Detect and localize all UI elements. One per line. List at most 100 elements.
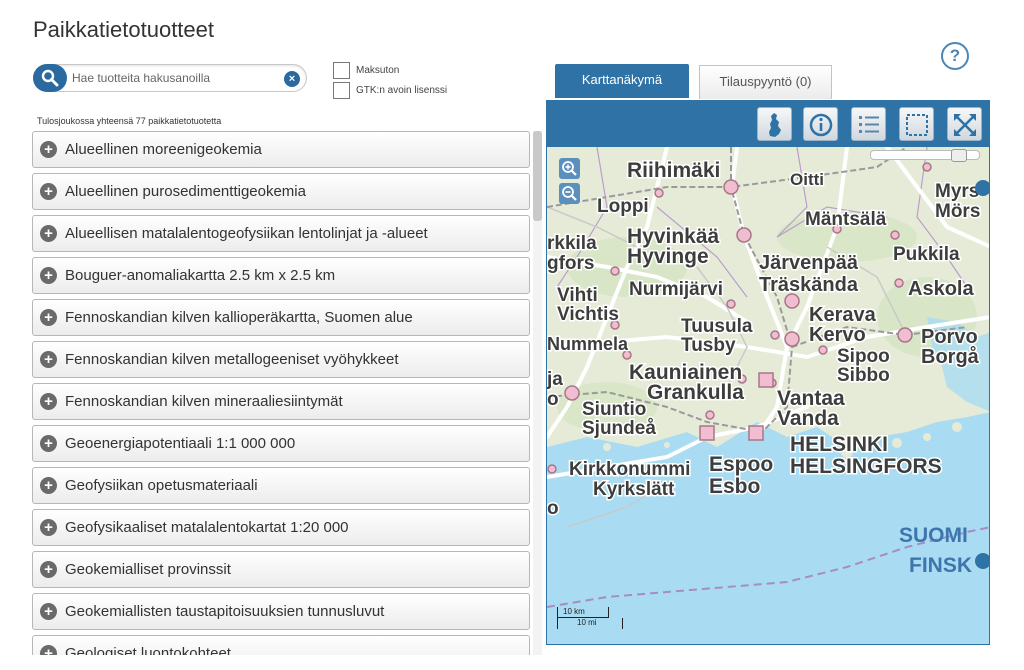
search-input[interactable] (72, 69, 272, 87)
free-checkbox[interactable] (333, 62, 350, 79)
map-label: Vanda (777, 407, 839, 430)
help-button[interactable]: ? (941, 42, 969, 70)
map-label: Kerava (809, 304, 877, 326)
expand-icon[interactable]: + (40, 477, 57, 494)
gtk-license-checkbox[interactable] (333, 82, 350, 99)
map-image[interactable]: Riihimäki Oitti Loppi Mäntsälä Myrs Mörs… (547, 145, 990, 645)
expand-icon[interactable]: + (40, 141, 57, 158)
select-area-icon (906, 114, 928, 136)
zoom-out-button[interactable] (559, 183, 580, 204)
list-item[interactable]: + Fennoskandian kilven metallogeeniset vy… (32, 341, 530, 378)
list-scrollbar[interactable] (533, 131, 542, 655)
map-label: Tusby (681, 335, 736, 356)
map-label: Mäntsälä (805, 209, 887, 230)
expand-icon[interactable]: + (40, 309, 57, 326)
zoom-slider-handle[interactable] (951, 149, 967, 162)
tab-order-request[interactable]: Tilauspyyntö (0) (699, 65, 832, 99)
map-label: Riihimäki (627, 159, 720, 182)
expand-icon[interactable]: + (40, 225, 57, 242)
finland-map-icon (769, 113, 781, 137)
map-label: o (547, 498, 559, 519)
expand-icon[interactable]: + (40, 267, 57, 284)
list-item-label: Alueellinen moreenigeokemia (65, 141, 262, 158)
list-item[interactable]: + Bouguer-anomaliakartta 2.5 km x 2.5 km (32, 257, 530, 294)
info-icon (809, 113, 833, 137)
map-canvas[interactable]: Riihimäki Oitti Loppi Mäntsälä Myrs Mörs… (547, 145, 990, 645)
map-label: Kervo (809, 324, 866, 346)
list-item-label: Geofysiikan opetusmateriaali (65, 477, 258, 494)
map-label: Oitti (790, 170, 824, 189)
list-item[interactable]: + Fennoskandian kilven kallioperäkartta, … (32, 299, 530, 336)
map-label: Pukkila (893, 244, 960, 265)
fullscreen-tool[interactable] (947, 107, 982, 141)
map-label: Tuusula (681, 316, 753, 337)
info-tool[interactable] (803, 107, 838, 141)
list-item[interactable]: + Alueellinen moreenigeokemia (32, 131, 530, 168)
zoom-slider[interactable] (870, 149, 980, 162)
expand-icon[interactable]: + (40, 645, 57, 655)
map-label: Nummela (547, 334, 629, 354)
free-filter-label: Maksuton (356, 65, 400, 76)
map-label: Myrs (935, 181, 979, 202)
map-toolbar (547, 101, 989, 147)
free-filter[interactable]: Maksuton (333, 62, 399, 79)
list-scroll-thumb[interactable] (533, 131, 542, 221)
list-item-label: Alueellinen purosedimenttigeokemia (65, 183, 306, 200)
map-label: Hyvinge (627, 245, 709, 268)
map-label: o (547, 389, 559, 410)
gtk-license-filter[interactable]: GTK:n avoin lisenssi (333, 82, 447, 99)
list-item[interactable]: + Alueellisen matalalentogeofysiikan lent… (32, 215, 530, 252)
expand-icon[interactable]: + (40, 183, 57, 200)
search-box: × (33, 64, 307, 92)
list-item[interactable]: + Geofysiikan opetusmateriaali (32, 467, 530, 504)
map-label: Träskända (759, 274, 859, 296)
list-item[interactable]: + Alueellinen purosedimenttigeokemia (32, 173, 530, 210)
list-item-label: Fennoskandian kilven mineraaliesiintymät (65, 393, 343, 410)
zoom-out-icon (562, 186, 577, 201)
expand-icon[interactable]: + (40, 519, 57, 536)
map-label: ja (547, 369, 563, 390)
list-item[interactable]: + Geoenergiapotentiaali 1:1 000 000 (32, 425, 530, 462)
clear-search-icon[interactable]: × (284, 71, 300, 87)
finland-map-tool[interactable] (757, 107, 792, 141)
map-label: Sjundeå (582, 418, 656, 439)
page-title: Paikkatietotuotteet (33, 17, 215, 42)
map-label: Nurmijärvi (629, 279, 723, 300)
page: Paikkatietotuotteet ? × Maksuton GTK:n a… (0, 0, 1024, 670)
expand-icon[interactable]: + (40, 351, 57, 368)
expand-icon[interactable]: + (40, 435, 57, 452)
search-icon[interactable] (33, 64, 67, 92)
map-label: Mörs (935, 201, 980, 222)
list-tool[interactable] (851, 107, 886, 141)
list-item-label: Fennoskandian kilven kallioperäkartta, S… (65, 309, 413, 326)
list-item[interactable]: + Geofysikaaliset matalalentokartat 1:20 … (32, 509, 530, 546)
tab-map-view[interactable]: Karttanäkymä (555, 64, 689, 98)
list-item[interactable]: + Geokemiallisten taustapitoisuuksien tun… (32, 593, 530, 630)
map-panel: Riihimäki Oitti Loppi Mäntsälä Myrs Mörs… (546, 100, 990, 645)
expand-icon[interactable]: + (40, 393, 57, 410)
map-label: Askola (908, 278, 974, 300)
map-label: Sipoo (837, 346, 890, 367)
list-item-label: Bouguer-anomaliakartta 2.5 km x 2.5 km (65, 267, 336, 284)
select-area-tool[interactable] (899, 107, 934, 141)
list-item[interactable]: + Geokemialliset provinssit (32, 551, 530, 588)
list-item-label: Fennoskandian kilven metallogeeniset vyö… (65, 351, 399, 368)
map-label: Sibbo (837, 365, 890, 386)
list-item-label: Geofysikaaliset matalalentokartat 1:20 0… (65, 519, 349, 536)
map-label: FINSK (909, 554, 972, 577)
map-label: Porvo (921, 326, 978, 348)
scale-km-label: 10 km (563, 607, 585, 616)
map-label: Loppi (597, 196, 649, 217)
list-item[interactable]: + Fennoskandian kilven mineraaliesiintymä… (32, 383, 530, 420)
map-label: gfors (547, 253, 595, 274)
list-item-label: Geologiset luontokohteet (65, 645, 231, 655)
expand-icon[interactable]: + (40, 603, 57, 620)
map-label: Espoo (709, 453, 773, 476)
map-label: Kyrkslätt (593, 479, 675, 500)
expand-icon[interactable]: + (40, 561, 57, 578)
map-label: HELSINGFORS (790, 455, 942, 478)
list-item[interactable]: + Geologiset luontokohteet (32, 635, 530, 655)
zoom-in-button[interactable] (559, 158, 580, 179)
map-label: Grankulla (647, 381, 744, 404)
map-label: Järvenpää (759, 252, 859, 274)
